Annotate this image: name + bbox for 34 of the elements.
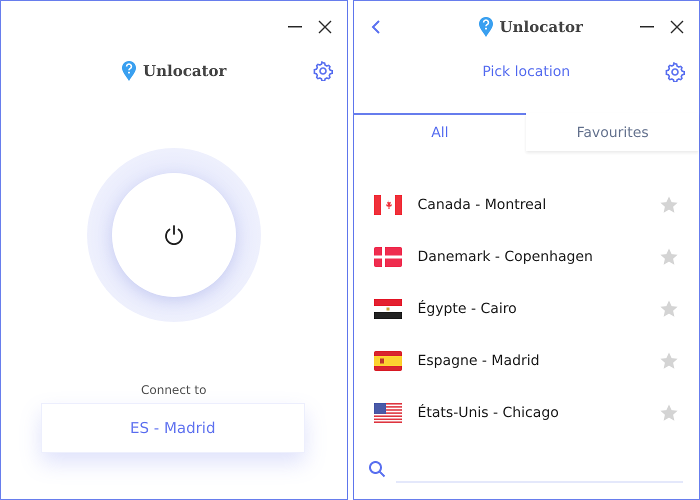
close-icon: [316, 19, 332, 35]
location-name: Canada - Montreal: [418, 197, 548, 213]
brand-name: Unlocator: [500, 18, 583, 36]
brand-name: Unlocator: [143, 62, 226, 80]
tab[interactable]: Favourites: [526, 113, 699, 151]
favourite-star-button[interactable]: [659, 299, 679, 319]
connect-label: Connect to: [140, 383, 208, 397]
location-name: États-Unis - Chicago: [418, 405, 560, 421]
location-name: Espagne - Madrid: [418, 353, 541, 369]
favourite-star-button[interactable]: [659, 195, 679, 215]
flag-icon: [374, 195, 402, 215]
close-button[interactable]: [316, 19, 332, 35]
minimize-icon: [640, 26, 654, 28]
close-icon: [669, 19, 685, 35]
favourite-star-button[interactable]: [659, 247, 679, 267]
flag-icon: [374, 351, 402, 371]
location-name: Danemark - Copenhagen: [418, 249, 594, 265]
search-icon: [368, 460, 386, 478]
logo-icon: [121, 60, 138, 82]
screen-title: Pick location: [482, 64, 570, 80]
close-button[interactable]: [669, 19, 685, 35]
location-selector[interactable]: ES - Madrid: [41, 403, 304, 453]
power-icon: [162, 224, 185, 246]
location-name: Égypte - Cairo: [418, 301, 518, 317]
flag-icon: [374, 403, 402, 423]
flag-icon: [374, 299, 402, 319]
back-button[interactable]: [370, 19, 382, 35]
logo-icon: [478, 16, 494, 38]
favourite-star-button[interactable]: [659, 403, 679, 423]
settings-button[interactable]: [665, 62, 685, 82]
settings-button[interactable]: [312, 61, 332, 81]
flag-icon: [374, 247, 402, 267]
favourite-star-button[interactable]: [659, 351, 679, 371]
minimize-icon: [288, 26, 302, 28]
